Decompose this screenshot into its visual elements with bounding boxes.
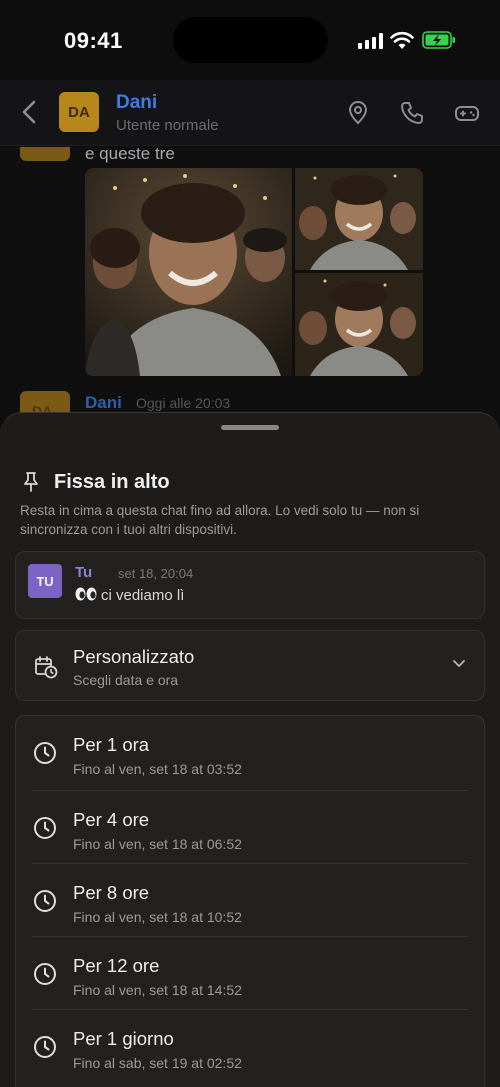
location-pin-icon[interactable]: [345, 100, 371, 126]
calendar-clock-icon: [35, 656, 58, 679]
dynamic-island: [173, 17, 328, 63]
duration-option-subtitle: Fino al sab, set 19 at 02:52: [73, 1055, 242, 1071]
photo-attachment[interactable]: [295, 273, 423, 376]
message-avatar[interactable]: [20, 147, 70, 161]
duration-option-title: Per 1 giorno: [73, 1028, 174, 1049]
wifi-icon: [390, 31, 414, 49]
clock-icon: [34, 890, 56, 912]
battery-charging-icon: [422, 31, 455, 49]
duration-option-subtitle: Fino al ven, set 18 at 10:52: [73, 909, 242, 925]
duration-option-subtitle: Fino al ven, set 18 at 14:52: [73, 982, 242, 998]
sheet-grabber[interactable]: [221, 425, 279, 430]
duration-option-title: Per 4 ore: [73, 809, 150, 830]
photo-attachment[interactable]: [85, 168, 292, 376]
custom-duration-picker[interactable]: Personalizzato Scegli data e ora: [15, 630, 485, 701]
eyes-emoji-icon: [75, 587, 97, 601]
custom-duration-title: Personalizzato: [73, 646, 195, 667]
cellular-signal-icon: [358, 33, 383, 49]
chat-messages: e queste tre DA Dani Oggi alle 20:03: [0, 147, 500, 417]
duration-options-list: Per 1 ora Fino al ven, set 18 at 03:52 P…: [15, 715, 485, 1087]
pin-icon: [24, 472, 38, 492]
pinned-message-preview: TU Tu set 18, 20:04 ci vediamo lì: [15, 551, 485, 619]
back-arrow-icon[interactable]: [18, 98, 40, 126]
message-text: e queste tre: [85, 147, 175, 163]
pinned-message-text-row: ci vediamo lì: [75, 587, 184, 604]
message-timestamp: Oggi alle 20:03: [136, 395, 231, 411]
duration-option-title: Per 1 ora: [73, 734, 150, 755]
photo-attachment[interactable]: [295, 168, 423, 270]
chat-header: DA Dani Utente normale: [0, 80, 500, 146]
pinned-message-time: set 18, 20:04: [118, 566, 194, 581]
pinned-message-author: Tu: [75, 564, 93, 581]
sheet-title: Fissa in alto: [54, 470, 170, 493]
duration-option-1-hour[interactable]: Per 1 ora Fino al ven, set 18 at 03:52: [32, 716, 468, 789]
chevron-down-icon: [453, 660, 465, 667]
avatar: TU: [28, 564, 62, 598]
duration-option-4-hours[interactable]: Per 4 ore Fino al ven, set 18 at 06:52: [32, 790, 468, 863]
duration-option-8-hours[interactable]: Per 8 ore Fino al ven, set 18 at 10:52: [32, 863, 468, 936]
sheet-header: Fissa in alto: [20, 469, 170, 495]
message-author[interactable]: Dani: [85, 393, 122, 413]
pinned-message-text: ci vediamo lì: [101, 587, 185, 604]
duration-option-title: Per 12 ore: [73, 955, 160, 976]
duration-option-1-day[interactable]: Per 1 giorno Fino al sab, set 19 at 02:5…: [32, 1009, 468, 1082]
contact-status: Utente normale: [116, 117, 219, 134]
duration-option-title: Per 8 ore: [73, 882, 150, 903]
duration-option-12-hours[interactable]: Per 12 ore Fino al ven, set 18 at 14:52: [32, 936, 468, 1009]
contact-avatar[interactable]: DA: [59, 92, 99, 132]
phone-icon[interactable]: [399, 100, 425, 126]
photo-gallery[interactable]: [85, 168, 423, 376]
pin-bottom-sheet: Fissa in alto Resta in cima a questa cha…: [0, 412, 500, 1087]
contact-name[interactable]: Dani: [116, 92, 157, 114]
clock-icon: [34, 817, 56, 839]
clock-icon: [34, 963, 56, 985]
custom-duration-subtitle: Scegli data e ora: [73, 672, 179, 688]
status-time: 09:41: [64, 28, 123, 53]
duration-option-subtitle: Fino al ven, set 18 at 06:52: [73, 836, 242, 852]
clock-icon: [34, 1036, 56, 1058]
clock-icon: [34, 742, 56, 764]
gamepad-icon[interactable]: [454, 100, 480, 126]
status-bar: 09:41: [0, 0, 500, 80]
sheet-description: Resta in cima a questa chat fino ad allo…: [20, 503, 420, 537]
duration-option-subtitle: Fino al ven, set 18 at 03:52: [73, 761, 242, 777]
